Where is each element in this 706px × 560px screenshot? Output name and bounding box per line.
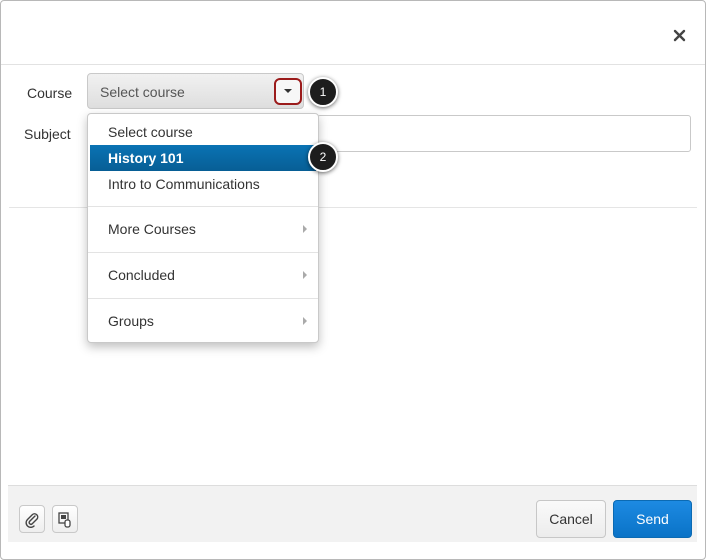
subject-label: Subject (24, 126, 71, 142)
course-label: Course (27, 85, 73, 101)
callout-badge-1: 1 (308, 77, 338, 107)
menu-item-label: More Courses (108, 221, 196, 237)
menu-item-label: History 101 (108, 150, 184, 166)
callout-badge-2: 2 (308, 142, 338, 172)
menu-item-more-courses[interactable]: More Courses (88, 221, 318, 241)
course-select-value: Select course (100, 84, 185, 100)
menu-item-history-101[interactable]: History 101 (90, 145, 316, 171)
menu-item-label: Select course (108, 124, 193, 140)
menu-item-select-course[interactable]: Select course (88, 124, 318, 144)
menu-item-label: Concluded (108, 267, 175, 283)
menu-item-label: Intro to Communications (108, 176, 260, 192)
course-dropdown-toggle[interactable] (274, 78, 302, 105)
compose-message-dialog: Course Subject Select course Select cour… (0, 0, 706, 560)
menu-divider (88, 252, 318, 253)
media-record-icon (58, 512, 71, 528)
header-divider (1, 64, 705, 65)
menu-item-concluded[interactable]: Concluded (88, 267, 318, 287)
dialog-footer: Cancel Send (8, 485, 697, 542)
menu-item-groups[interactable]: Groups (88, 313, 318, 333)
close-button[interactable] (671, 27, 689, 45)
chevron-right-icon (303, 271, 307, 279)
cancel-button[interactable]: Cancel (536, 500, 606, 538)
close-icon (673, 29, 686, 42)
record-media-button[interactable] (52, 505, 78, 533)
paperclip-icon (25, 513, 39, 528)
menu-divider (88, 298, 318, 299)
caret-down-icon (284, 89, 292, 93)
subject-input[interactable] (317, 115, 691, 152)
course-select[interactable]: Select course (87, 73, 304, 109)
menu-item-intro-to-communications[interactable]: Intro to Communications (88, 176, 318, 196)
send-button[interactable]: Send (613, 500, 692, 538)
course-dropdown-menu: Select course History 101 Intro to Commu… (87, 113, 319, 343)
attach-file-button[interactable] (19, 505, 45, 533)
menu-item-label: Groups (108, 313, 154, 329)
menu-divider (88, 206, 318, 207)
chevron-right-icon (303, 317, 307, 325)
chevron-right-icon (303, 225, 307, 233)
